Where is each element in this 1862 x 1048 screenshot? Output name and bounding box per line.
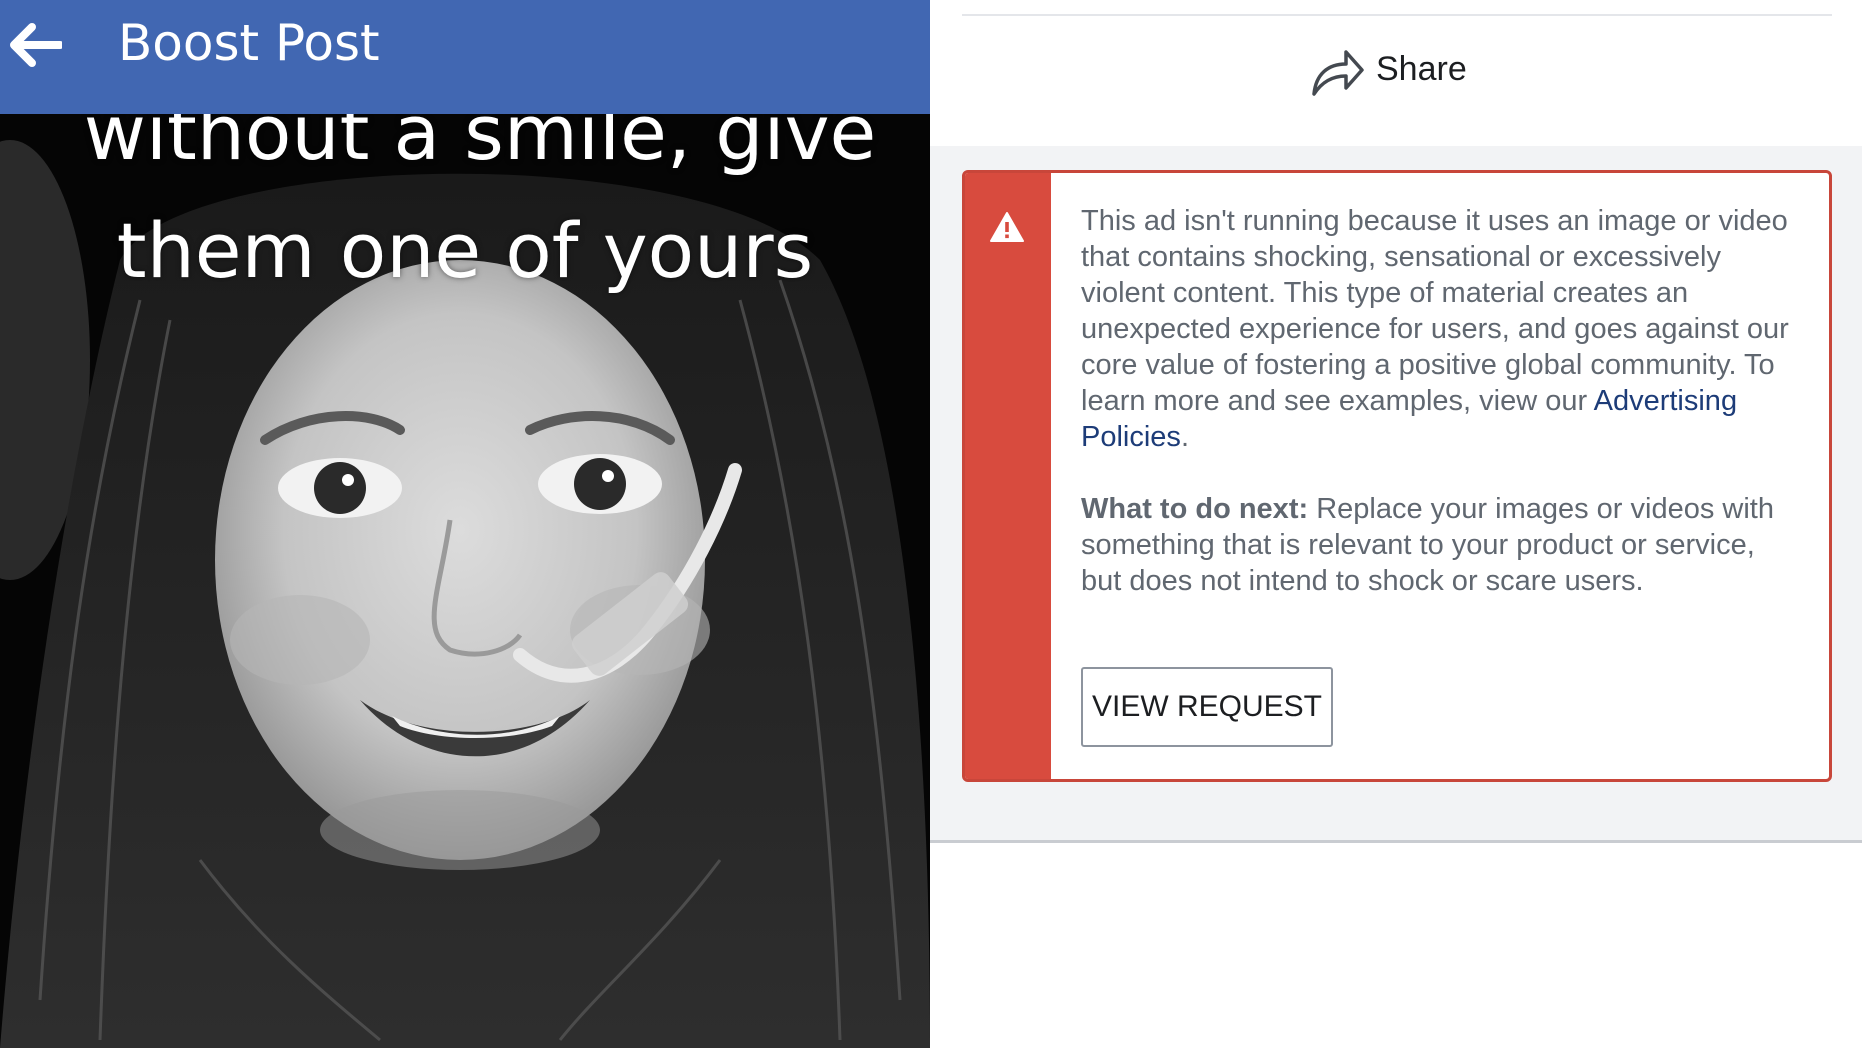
image-caption-line-2: them one of yours: [116, 206, 814, 295]
alert-body: This ad isn't running because it uses an…: [1081, 203, 1801, 599]
share-arrow-icon: [1312, 50, 1364, 96]
alert-message: This ad isn't running because it uses an…: [1081, 203, 1801, 455]
warning-triangle-icon: [990, 212, 1024, 242]
alert-accent-stripe: [965, 173, 1051, 779]
share-label: Share: [1376, 50, 1467, 88]
next-steps-label: What to do next:: [1081, 493, 1309, 525]
share-button[interactable]: Share: [1310, 44, 1490, 104]
page-title: Boost Post: [118, 14, 380, 72]
ad-status-panel: Share This ad isn't running because it u…: [930, 0, 1862, 1048]
back-button[interactable]: [0, 10, 70, 80]
divider: [962, 14, 1832, 16]
alert-message-end: .: [1180, 421, 1189, 453]
status-section: This ad isn't running because it uses an…: [930, 146, 1862, 843]
ad-rejection-alert: This ad isn't running because it uses an…: [962, 170, 1832, 782]
arrow-left-icon: [10, 23, 62, 67]
top-app-bar: Boost Post: [0, 0, 930, 114]
next-steps: What to do next: Replace your images or …: [1081, 491, 1801, 599]
view-request-button[interactable]: VIEW REQUEST: [1081, 667, 1333, 747]
boost-post-screen: without a smile, give them one of yours …: [0, 0, 930, 1048]
